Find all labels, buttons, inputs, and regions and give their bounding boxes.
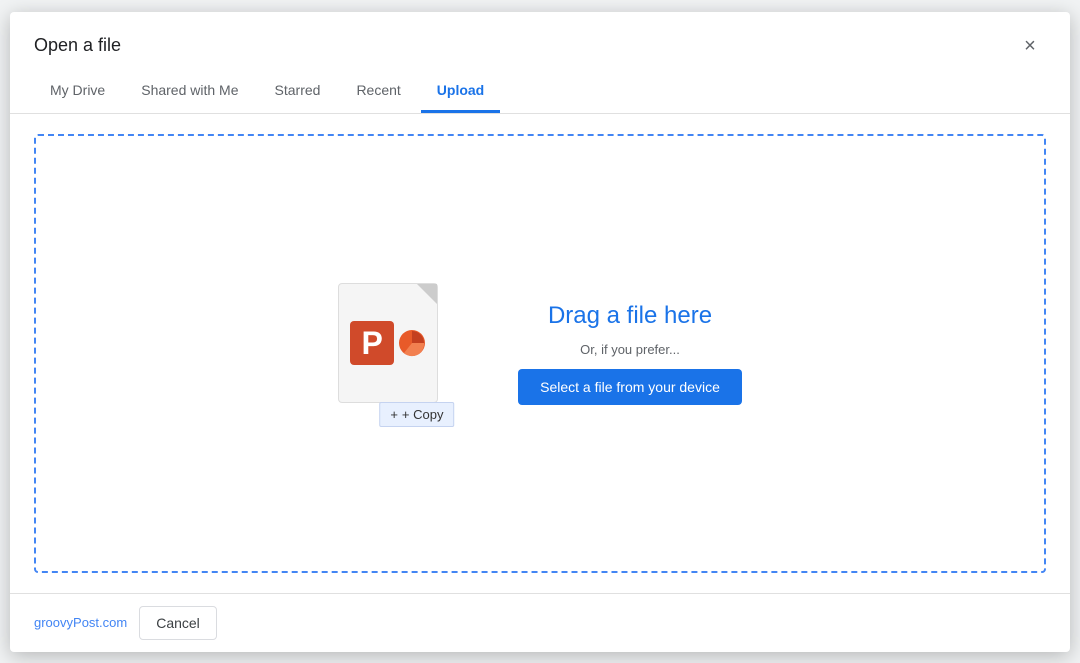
drag-title: Drag a file here: [548, 302, 712, 330]
tab-my-drive[interactable]: My Drive: [34, 70, 121, 113]
footer-logo: groovyPost.com: [34, 615, 127, 630]
file-icon-wrapper: P + + Copy: [338, 283, 458, 423]
ppt-file-icon: P: [338, 283, 438, 403]
copy-tooltip: + + Copy: [379, 402, 454, 427]
copy-plus: +: [390, 407, 398, 422]
close-button[interactable]: ×: [1014, 30, 1046, 62]
dialog-body: P + + Copy: [10, 114, 1070, 593]
tab-upload[interactable]: Upload: [421, 70, 500, 113]
select-file-button[interactable]: Select a file from your device: [518, 369, 742, 405]
tab-starred[interactable]: Starred: [259, 70, 337, 113]
open-file-dialog: Open a file × My Drive Shared with Me St…: [10, 12, 1070, 652]
dialog-header: Open a file ×: [10, 12, 1070, 62]
copy-label: + Copy: [402, 407, 444, 422]
tab-shared-with-me[interactable]: Shared with Me: [125, 70, 254, 113]
dialog-overlay: Open a file × My Drive Shared with Me St…: [0, 0, 1080, 663]
tabs-bar: My Drive Shared with Me Starred Recent U…: [10, 70, 1070, 114]
or-text: Or, if you prefer...: [580, 342, 680, 357]
ppt-p-letter: P: [350, 321, 394, 365]
drop-zone-inner: P + + Copy: [338, 283, 742, 423]
dialog-title: Open a file: [34, 35, 121, 56]
drop-zone[interactable]: P + + Copy: [34, 134, 1046, 573]
tab-recent[interactable]: Recent: [340, 70, 416, 113]
cancel-button[interactable]: Cancel: [139, 606, 217, 640]
drop-zone-text: Drag a file here Or, if you prefer... Se…: [518, 302, 742, 405]
ppt-logo: P: [350, 321, 426, 365]
ppt-chart-icon: [398, 329, 426, 357]
dialog-footer: groovyPost.com Cancel: [10, 593, 1070, 652]
